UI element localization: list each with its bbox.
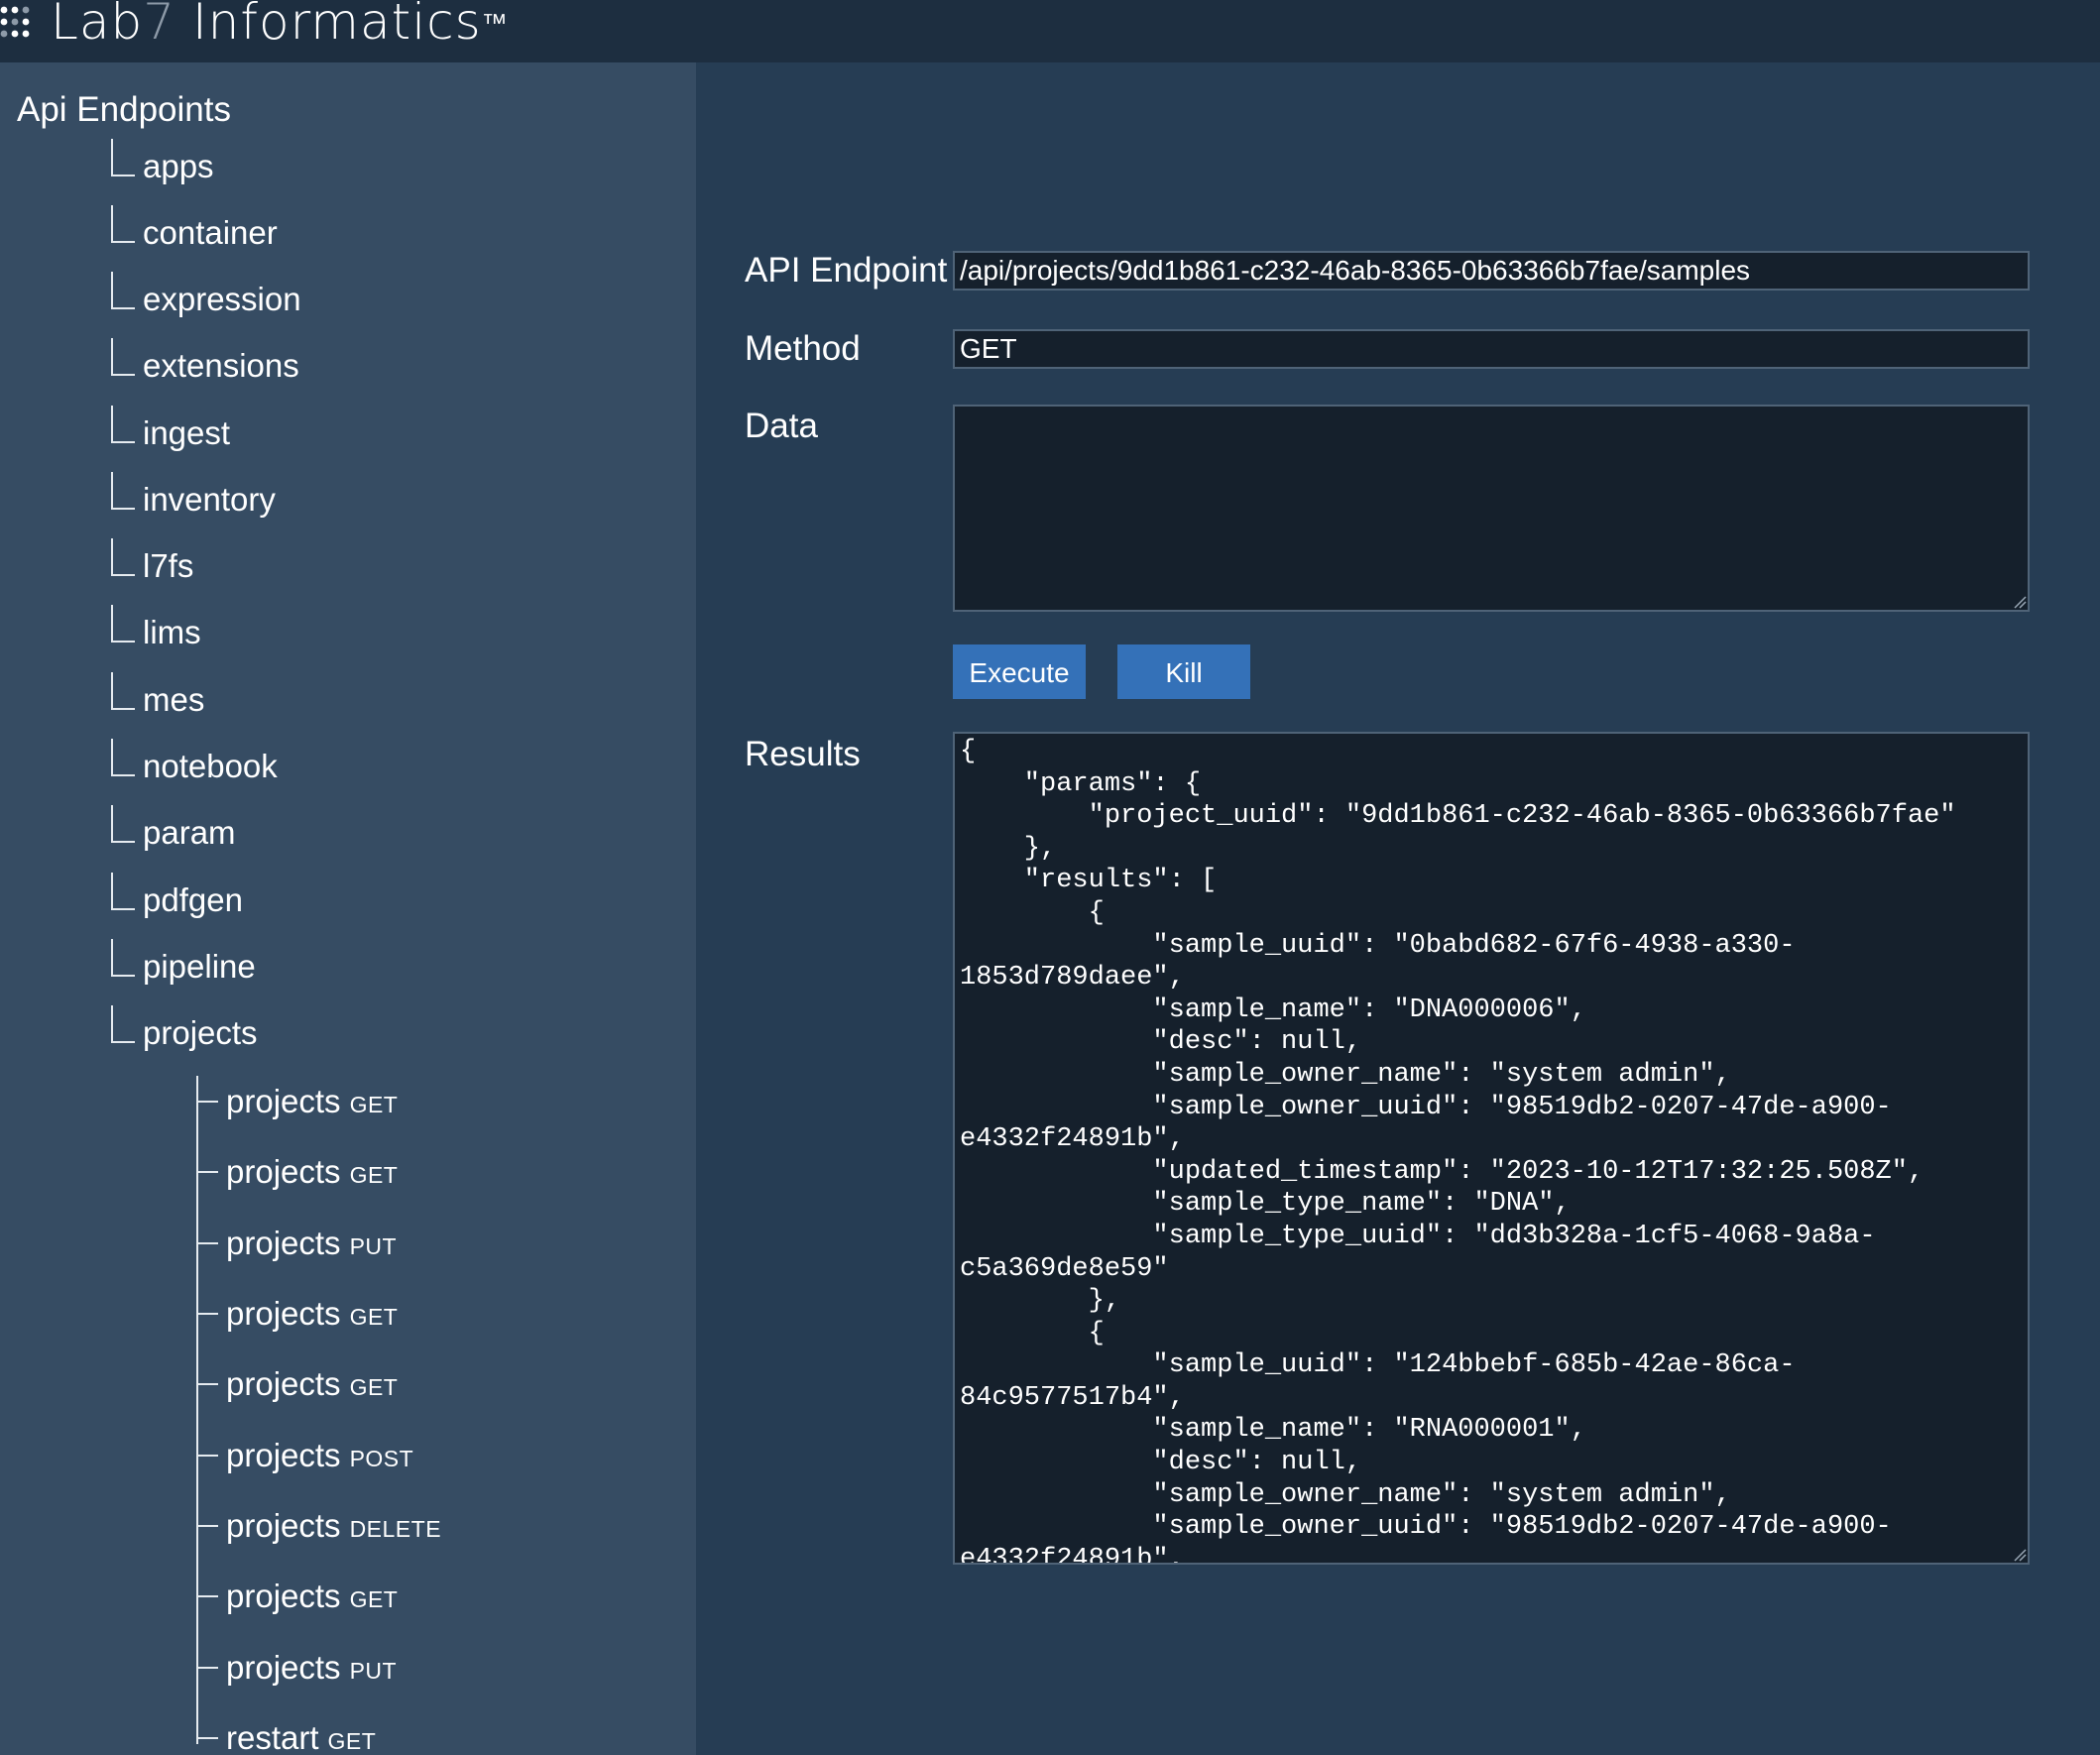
tree-item-label: projects [143, 1014, 258, 1051]
resize-grip-icon[interactable] [2013, 1548, 2027, 1562]
tree-item-label: expression [143, 281, 301, 317]
endpoint-label: restart GET [226, 1719, 377, 1755]
tree-connector [111, 406, 135, 443]
endpoint-label: projects GET [226, 1365, 399, 1402]
tree-item-label: pdfgen [143, 881, 243, 918]
tree-root-api-endpoints[interactable]: Api Endpoints [17, 90, 231, 130]
tree-connector [196, 1101, 218, 1103]
resize-grip-icon[interactable] [2013, 595, 2027, 609]
tree-connector [196, 1313, 218, 1315]
tree-connector [111, 472, 135, 510]
data-textarea[interactable] [953, 405, 2030, 612]
kill-button[interactable]: Kill [1117, 644, 1250, 699]
tree-connector [111, 605, 135, 643]
http-method-badge: GET [349, 1162, 399, 1188]
http-method-badge: GET [349, 1092, 399, 1117]
tree-connector [196, 1171, 218, 1173]
endpoint-tree-sidebar: Api Endpoints apps container expression … [0, 62, 696, 1755]
tree-connector [196, 1455, 218, 1457]
results-output[interactable]: { "params": { "project_uuid": "9dd1b861-… [953, 732, 2030, 1565]
http-method-badge: GET [349, 1374, 399, 1400]
tree-connector [111, 939, 135, 977]
tree-connector [111, 338, 135, 376]
tree-connector [196, 1383, 218, 1385]
tree-connector [111, 672, 135, 710]
method-input[interactable] [953, 329, 2030, 369]
http-method-badge: GET [349, 1586, 399, 1612]
tree-item-label: lims [143, 614, 201, 650]
http-method-badge: GET [327, 1728, 377, 1754]
tree-item-label: mes [143, 681, 205, 718]
endpoint-label: projects GET [226, 1153, 399, 1190]
tree-item-label: container [143, 214, 278, 251]
api-endpoint-input[interactable] [953, 251, 2030, 291]
endpoint-label: projects GET [226, 1578, 399, 1614]
tree-item-label: inventory [143, 481, 276, 518]
api-endpoint-label: API Endpoint [745, 251, 948, 290]
tree-connector [111, 739, 135, 776]
tree-item-label: extensions [143, 347, 299, 384]
tree-connector [111, 538, 135, 576]
endpoint-label: projects GET [226, 1083, 399, 1119]
tree-connector [111, 272, 135, 309]
endpoint-label: projects POST [226, 1437, 414, 1473]
app-header: Lab7 Informatics™ [0, 0, 2100, 62]
results-json-text: { "params": { "project_uuid": "9dd1b861-… [960, 737, 1956, 1565]
tree-connector [111, 873, 135, 910]
tree-connector [196, 1667, 218, 1669]
http-method-badge: PUT [349, 1658, 398, 1684]
execute-button[interactable]: Execute [953, 644, 1086, 699]
data-label: Data [745, 407, 818, 445]
tree-connector [196, 1242, 218, 1244]
method-label: Method [745, 329, 861, 368]
tree-connector [111, 1005, 135, 1043]
tree-item-label: ingest [143, 414, 231, 451]
tree-connector [111, 805, 135, 843]
tree-connector [196, 1737, 218, 1739]
tree-item-label: apps [143, 148, 214, 184]
tree-branch-line [196, 1076, 198, 1744]
tree-item-label: l7fs [143, 547, 194, 584]
app-logo[interactable]: Lab7 Informatics™ [51, 0, 509, 50]
http-method-badge: PUT [349, 1233, 398, 1259]
endpoint-label: projects PUT [226, 1225, 398, 1261]
tree-connector [196, 1525, 218, 1527]
logo-dots-icon [0, 6, 30, 38]
http-method-badge: GET [349, 1304, 399, 1330]
tree-item-label: param [143, 814, 236, 851]
tree-connector [111, 205, 135, 243]
tree-item-label: pipeline [143, 948, 256, 985]
tree-item-label: notebook [143, 748, 278, 784]
tree-connector [196, 1595, 218, 1597]
endpoint-label: projects PUT [226, 1649, 398, 1686]
endpoint-label: projects GET [226, 1295, 399, 1332]
results-label: Results [745, 735, 861, 773]
http-method-badge: DELETE [349, 1516, 442, 1542]
endpoint-label: projects DELETE [226, 1507, 442, 1544]
http-method-badge: POST [349, 1446, 414, 1471]
tree-connector [111, 139, 135, 176]
